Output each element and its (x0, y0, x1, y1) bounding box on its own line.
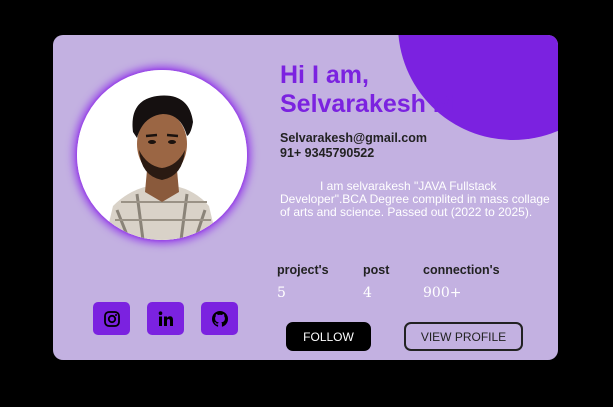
github-icon (211, 310, 228, 327)
profile-name: Selvarakesh M (280, 90, 454, 118)
stat-value: 5 (277, 285, 286, 301)
stat-projects: project's 5 (277, 263, 363, 301)
linkedin-icon (158, 310, 173, 326)
linkedin-button[interactable] (147, 302, 184, 335)
stat-posts: post 4 (363, 263, 423, 301)
stat-value: 4 (363, 285, 372, 301)
stat-label: connection's (423, 263, 500, 277)
email-text: Selvarakesh@gmail.com (280, 131, 427, 145)
social-links (93, 302, 238, 335)
stat-label: project's (277, 263, 329, 277)
stats-row: project's 5 post 4 connection's 900+ (277, 263, 500, 301)
stat-label: post (363, 263, 390, 277)
greeting-heading: Hi I am, Selvarakesh M (280, 61, 454, 119)
instagram-button[interactable] (93, 302, 130, 335)
avatar-photo (77, 70, 247, 240)
github-button[interactable] (201, 302, 238, 335)
stat-connections: connection's 900+ (423, 263, 500, 301)
contact-info: Selvarakesh@gmail.com 91+ 9345790522 (280, 131, 427, 161)
stat-value: 900+ (423, 285, 462, 301)
bio-text: I am selvarakesh "JAVA Fullstack Develop… (280, 179, 550, 219)
profile-card: Hi I am, Selvarakesh M Selvarakesh@gmail… (53, 35, 558, 360)
follow-button[interactable]: FOLLOW (286, 322, 371, 351)
phone-text: 91+ 9345790522 (280, 146, 375, 160)
greeting-text: Hi I am, (280, 61, 369, 89)
view-profile-button[interactable]: VIEW PROFILE (404, 322, 523, 351)
instagram-icon (103, 310, 120, 327)
avatar (77, 70, 247, 240)
